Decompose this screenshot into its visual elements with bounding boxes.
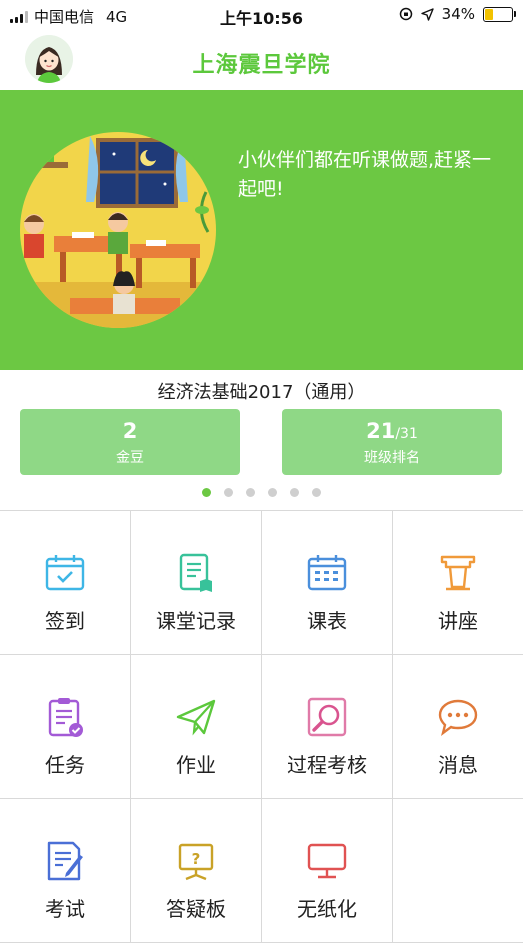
menu-item[interactable]: 考试 (0, 799, 131, 943)
page-indicator[interactable] (0, 488, 523, 497)
timetable-icon (305, 551, 349, 595)
menu-item-label: 课堂记录 (156, 609, 236, 633)
menu-item[interactable]: 消息 (393, 655, 523, 799)
menu-item-label: 过程考核 (287, 753, 367, 777)
rank-value-wrap: 21/31 (282, 419, 502, 443)
menu-item[interactable]: 课表 (262, 511, 393, 655)
course-name[interactable]: 经济法基础2017（通用） (0, 378, 523, 404)
classroom-illustration (20, 132, 216, 328)
question-board-icon: ? (174, 839, 218, 883)
menu-item-label: 考试 (45, 897, 85, 921)
page-title: 上海震旦学院 (192, 53, 331, 78)
menu-item-label: 答疑板 (166, 897, 226, 921)
menu-item-label: 无纸化 (297, 897, 357, 921)
menu-item-label: 消息 (438, 753, 478, 777)
banner-message: 小伙伴们都在听课做题,赶紧一起吧! (238, 149, 492, 200)
menu-item-label: 任务 (45, 753, 85, 777)
podium-icon (436, 551, 480, 595)
rank-value: 21 (366, 419, 396, 443)
rank-card[interactable]: 21/31 班级排名 (282, 409, 502, 475)
menu-item[interactable]: ? 答疑板 (131, 799, 262, 943)
status-bar: 中国电信 4G 上午10:56 34% (0, 0, 523, 30)
grid-row: 考试? 答疑板 无纸化 (0, 799, 523, 943)
pager-dot[interactable] (202, 488, 211, 497)
location-arrow-icon (420, 7, 434, 21)
grid-row: 任务 作业 过程考核 消息 (0, 655, 523, 799)
orientation-lock-icon (399, 7, 412, 21)
menu-item-label: 讲座 (438, 609, 478, 633)
empty-cell (393, 799, 523, 943)
menu-item[interactable]: 签到 (0, 511, 131, 655)
pager-dot[interactable] (290, 488, 299, 497)
monitor-icon (305, 839, 349, 883)
app-header: 上海震旦学院 (0, 30, 523, 90)
feature-grid: 签到 课堂记录 课表 讲座 任务 作业 过程考核 消息 考试? 答疑板 无纸化 (0, 510, 523, 943)
promo-banner[interactable]: 小伙伴们都在听课做题,赶紧一起吧! (0, 90, 523, 370)
magnifier-icon (305, 695, 349, 739)
rank-total: /31 (395, 426, 418, 442)
task-clipboard-icon (43, 695, 87, 739)
coins-value: 2 (122, 419, 138, 443)
coins-label: 金豆 (116, 450, 144, 466)
notes-book-icon (174, 551, 218, 595)
calendar-check-icon (43, 551, 87, 595)
coins-card[interactable]: 2 金豆 (20, 409, 240, 475)
menu-item[interactable]: 作业 (131, 655, 262, 799)
pager-dot[interactable] (312, 488, 321, 497)
battery-percent: 34% (441, 5, 475, 23)
menu-item[interactable]: 讲座 (393, 511, 523, 655)
chat-bubble-icon (436, 695, 480, 739)
menu-item[interactable]: 任务 (0, 655, 131, 799)
svg-text:?: ? (192, 850, 201, 868)
menu-item-label: 作业 (176, 753, 216, 777)
exam-pen-icon (43, 839, 87, 883)
menu-item[interactable]: 无纸化 (262, 799, 393, 943)
pager-dot[interactable] (268, 488, 277, 497)
status-right: 34% (399, 5, 516, 23)
rank-label: 班级排名 (364, 450, 420, 466)
grid-row: 签到 课堂记录 课表 讲座 (0, 511, 523, 655)
paper-plane-icon (174, 695, 218, 739)
menu-item[interactable]: 过程考核 (262, 655, 393, 799)
pager-dot[interactable] (246, 488, 255, 497)
pager-dot[interactable] (224, 488, 233, 497)
menu-item[interactable]: 课堂记录 (131, 511, 262, 655)
menu-item-label: 课表 (307, 609, 347, 633)
battery-icon (483, 6, 516, 22)
menu-item-label: 签到 (45, 609, 85, 633)
